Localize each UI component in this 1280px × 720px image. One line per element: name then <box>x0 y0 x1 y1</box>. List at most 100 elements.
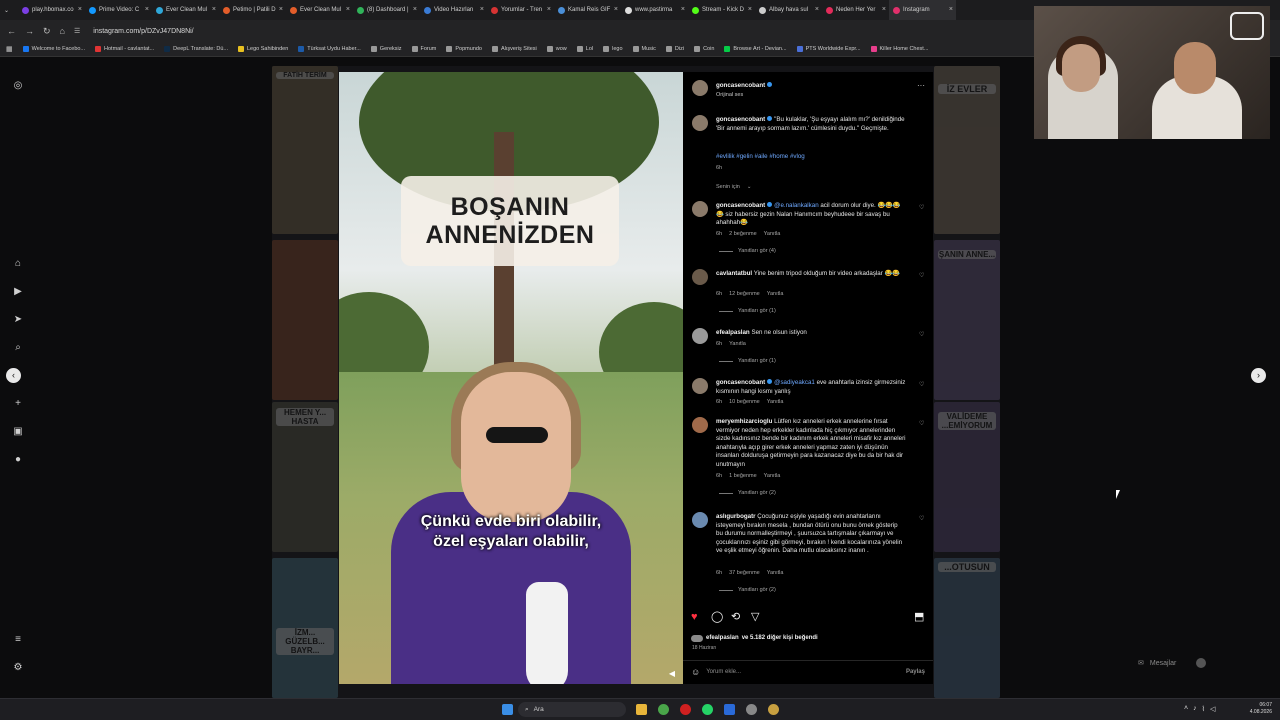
view-replies-button[interactable]: Yanıtları gör (4) <box>719 247 776 256</box>
comment-reply[interactable]: Yanıtla <box>767 569 784 578</box>
dashboard-icon[interactable]: ▣ <box>12 426 24 438</box>
comment-username[interactable]: meryemhizarcioglu <box>716 418 772 425</box>
browser-tab[interactable]: Albay hava sul × <box>755 0 822 20</box>
bookmark-item[interactable]: Browse Art - Devian... <box>724 46 787 52</box>
browser-tab[interactable]: Petimo | Patili D × <box>219 0 286 20</box>
comment-reply[interactable]: Yanıtla <box>767 290 784 299</box>
comment-avatar[interactable] <box>692 378 708 394</box>
chrome-icon[interactable] <box>658 704 669 715</box>
reel-video[interactable]: BOŞANIN ANNENİZDEN Çünkü evde biri olabi… <box>339 72 683 684</box>
comment-avatar[interactable] <box>692 512 708 528</box>
browser-tab[interactable]: www.pastirma × <box>621 0 688 20</box>
view-replies-button[interactable]: Yanıtları gör (2) <box>719 586 776 595</box>
comment-mention[interactable]: @sadiyeakca1 <box>774 379 815 386</box>
browser-tab[interactable]: Ever Clean Mul × <box>152 0 219 20</box>
comment-avatar[interactable] <box>692 328 708 344</box>
file-explorer-icon[interactable] <box>636 704 647 715</box>
view-replies-button[interactable]: Yanıtları gör (2) <box>719 489 776 498</box>
tab-close-icon[interactable]: × <box>346 6 350 13</box>
tab-close-icon[interactable]: × <box>547 6 551 13</box>
app-icon[interactable] <box>768 704 779 715</box>
more-menu-icon[interactable]: ≡ <box>12 634 24 646</box>
post-comment-button[interactable]: Paylaş <box>906 668 925 677</box>
comment-username[interactable]: aslıgurbogatr <box>716 513 756 520</box>
bookmark-item[interactable]: Türksat Uydu Haber... <box>298 46 361 52</box>
tab-close-icon[interactable]: × <box>882 6 886 13</box>
app-icon[interactable] <box>746 704 757 715</box>
comment-like-icon[interactable]: ♡ <box>919 331 924 340</box>
bookmark-item[interactable]: Lego Sahibinden <box>238 46 288 52</box>
start-icon[interactable] <box>502 704 513 715</box>
tab-search-icon[interactable]: ⌄ <box>0 0 18 20</box>
tab-close-icon[interactable]: × <box>78 6 82 13</box>
repost-icon[interactable]: ⟲ <box>731 612 740 623</box>
previous-post-button[interactable]: ‹ <box>6 368 21 383</box>
url-field[interactable]: instagram.com/p/DZvJ47DN8Ni/ <box>93 28 193 35</box>
browser-tab[interactable]: Video Hazırlan × <box>420 0 487 20</box>
comment-mention[interactable]: @e.nalankalkan <box>774 202 818 209</box>
comment-avatar[interactable] <box>692 201 708 217</box>
caption-hashtags[interactable]: #evlilik #gelin #aile #home #vlog <box>716 153 906 162</box>
likes-count[interactable]: ve 5.182 diğer kişi beğendi <box>742 634 818 643</box>
clock[interactable]: 06:07 4.08.2026 <box>1250 702 1272 716</box>
create-icon[interactable]: + <box>12 398 24 410</box>
comment-avatar[interactable] <box>692 269 708 285</box>
tab-close-icon[interactable]: × <box>681 6 685 13</box>
tab-close-icon[interactable]: × <box>815 6 819 13</box>
comment-username[interactable]: goncasencobant <box>716 202 765 209</box>
comment-like-icon[interactable]: ♡ <box>919 515 924 524</box>
tab-close-icon[interactable]: × <box>748 6 752 13</box>
profile-icon[interactable]: ● <box>12 454 24 466</box>
comment-reply[interactable]: Yanıtla <box>764 472 781 481</box>
tab-close-icon[interactable]: × <box>279 6 283 13</box>
threads-icon[interactable]: ⚙ <box>12 662 24 674</box>
bookmark-item[interactable]: Gereksiz <box>370 46 402 52</box>
comment-reply[interactable]: Yanıtla <box>767 398 784 407</box>
bookmark-item[interactable]: Dizi <box>665 46 684 52</box>
comment-likes[interactable]: 1 beğenme <box>729 472 757 481</box>
bookmark-item[interactable]: lego <box>603 46 623 52</box>
browser-tab[interactable]: Neden Her Yer × <box>822 0 889 20</box>
comment-like-icon[interactable]: ♡ <box>919 272 924 281</box>
microphone-icon[interactable]: ♪ <box>1193 705 1197 713</box>
bookmark-item[interactable]: Lol <box>576 46 593 52</box>
comment-likes[interactable]: 37 beğenme <box>729 569 760 578</box>
comment-input[interactable]: Yorum ekle... <box>706 668 741 677</box>
volume-icon[interactable]: ◁ <box>1210 705 1215 713</box>
likes-user[interactable]: efealpaslan <box>706 634 739 643</box>
sort-dropdown[interactable]: Senin için ⌄ <box>716 183 751 192</box>
instagram-logo-icon[interactable]: ◎ <box>12 80 24 92</box>
bookmark-item[interactable]: Coin <box>694 46 714 52</box>
messages-icon[interactable]: ➤ <box>12 314 24 326</box>
bookmark-item[interactable]: Hotmail - cavlantat... <box>95 46 154 52</box>
whatsapp-icon[interactable] <box>702 704 713 715</box>
emoji-icon[interactable]: ☺ <box>691 668 700 677</box>
bookmark-item[interactable]: PTS Worldwide Expr... <box>796 46 861 52</box>
comment-like-icon[interactable]: ♡ <box>919 381 924 390</box>
comment-avatar[interactable] <box>692 417 708 433</box>
bookmark-item[interactable]: Welcome to Facebo... <box>22 46 85 52</box>
comment-reply[interactable]: Yanıtla <box>729 340 746 349</box>
comment-likes[interactable]: 10 beğenme <box>729 398 760 407</box>
browser-tab[interactable]: (8) Dashboard | × <box>353 0 420 20</box>
bookmark-item[interactable]: Music <box>632 46 656 52</box>
network-icon[interactable]: ⌇ <box>1202 705 1205 713</box>
likes-summary[interactable]: efealpaslan ve 5.182 diğer kişi beğendi <box>691 634 818 643</box>
opera-icon[interactable] <box>680 704 691 715</box>
author-username[interactable]: goncasencobant <box>716 82 765 89</box>
browser-tab[interactable]: Kamal Reis GIF × <box>554 0 621 20</box>
reload-icon[interactable]: ↻ <box>43 26 51 37</box>
messages-button[interactable]: ✉ Mesajlar <box>1138 658 1207 668</box>
bookmark-item[interactable]: wow <box>546 46 567 52</box>
forward-icon[interactable]: → <box>25 26 34 36</box>
comment-like-icon[interactable]: ♡ <box>919 204 924 213</box>
mute-icon[interactable]: ◀ <box>669 669 675 678</box>
home-icon[interactable]: ⌂ <box>60 26 65 36</box>
comment-likes[interactable]: 2 beğenme <box>729 230 757 239</box>
reels-icon[interactable]: ▶ <box>12 286 24 298</box>
comment-like-icon[interactable]: ♡ <box>919 420 924 429</box>
taskbar-search[interactable]: ⌕ Ara <box>518 702 626 717</box>
browser-tab[interactable]: Prime Video: C × <box>85 0 152 20</box>
tab-close-icon[interactable]: × <box>614 6 618 13</box>
comment-username[interactable]: goncasencobant <box>716 379 765 386</box>
